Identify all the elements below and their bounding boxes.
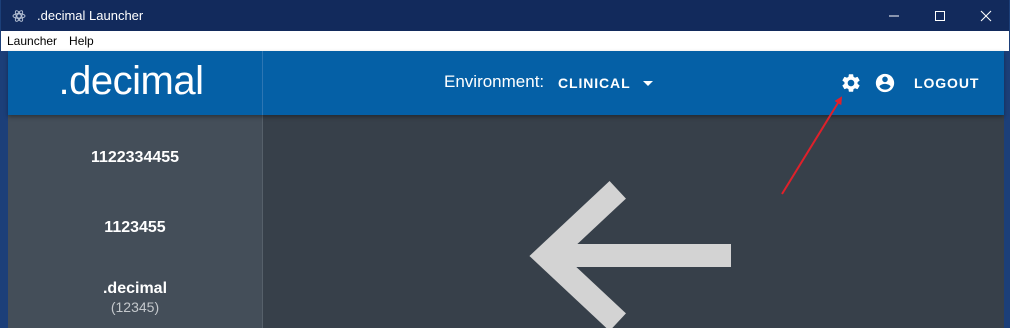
- menu-bar: Launcher Help: [1, 31, 1009, 51]
- arrow-left-icon: [529, 181, 731, 328]
- app-header: .decimal Environment: CLINICAL LOGOUT: [8, 51, 1004, 115]
- sidebar: 1122334455 1123455 .decimal (12345): [8, 115, 263, 328]
- sidebar-item[interactable]: 1122334455: [8, 149, 262, 167]
- maximize-icon: [935, 10, 945, 21]
- launcher-window: .decimal Launcher Launcher Help .decimal…: [0, 0, 1010, 328]
- close-button[interactable]: [963, 0, 1009, 31]
- environment-value: CLINICAL: [558, 75, 631, 91]
- logout-button[interactable]: LOGOUT: [914, 51, 979, 115]
- close-icon: [980, 10, 992, 21]
- sidebar-item-sublabel: (12345): [110, 299, 160, 315]
- sidebar-item[interactable]: .decimal (12345): [8, 280, 262, 315]
- menu-launcher[interactable]: Launcher: [1, 31, 63, 51]
- app-logo: .decimal: [58, 58, 204, 103]
- menu-help[interactable]: Help: [63, 31, 100, 51]
- window-controls: [871, 0, 1009, 31]
- settings-button[interactable]: [840, 72, 862, 94]
- app-icon: [10, 7, 28, 25]
- account-button[interactable]: [874, 72, 896, 94]
- maximize-button[interactable]: [917, 0, 963, 31]
- title-bar[interactable]: .decimal Launcher: [1, 0, 1009, 31]
- sidebar-item-label: 1123455: [104, 219, 166, 236]
- caret-down-icon: [642, 80, 653, 86]
- environment-select[interactable]: CLINICAL: [558, 51, 653, 115]
- logo-area: .decimal: [8, 51, 263, 115]
- gear-icon: [842, 74, 860, 92]
- minimize-button[interactable]: [871, 0, 917, 31]
- account-circle-icon: [875, 73, 895, 93]
- window-title: .decimal Launcher: [37, 8, 144, 23]
- minimize-icon: [889, 15, 899, 16]
- environment-label: Environment:: [444, 72, 545, 91]
- sidebar-item-label: .decimal: [102, 280, 168, 297]
- sidebar-item[interactable]: 1123455: [8, 219, 262, 237]
- sidebar-item-label: 1122334455: [90, 149, 180, 166]
